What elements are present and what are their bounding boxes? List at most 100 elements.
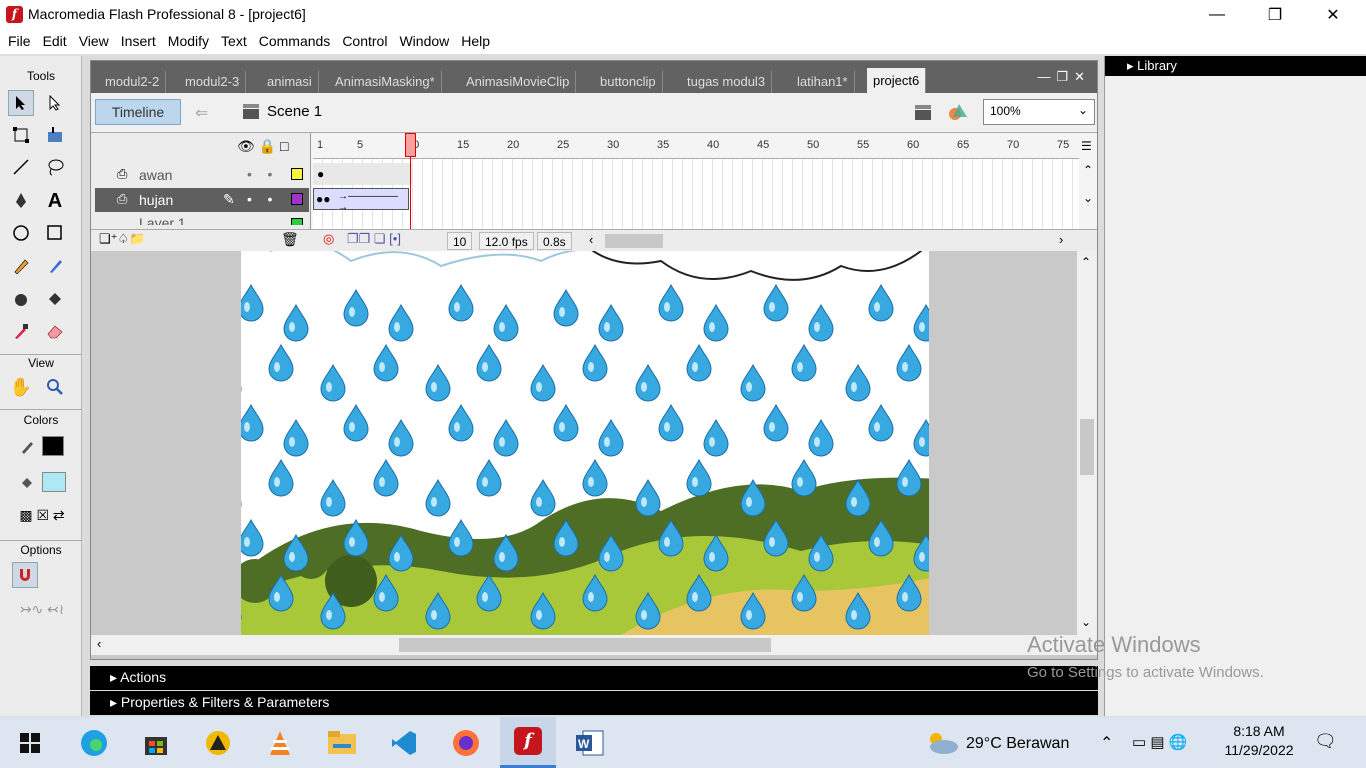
stage-vertical-scrollbar[interactable]: ⌃ ⌄ [1077,251,1097,635]
menu-help[interactable]: Help [455,30,496,54]
tab-latihan1[interactable]: latihan1* [791,71,855,93]
tab-modul2-2[interactable]: modul2-2 [99,71,167,93]
layer-outline-color[interactable] [291,193,303,205]
free-transform-tool-icon[interactable] [8,122,34,148]
timeline-frames[interactable]: 1 5 10 15 20 25 30 35 40 45 50 55 60 65 … [313,133,1079,229]
close-button[interactable]: ✕ [1304,0,1362,30]
tab-tugas-modul3[interactable]: tugas modul3 [681,71,773,93]
trash-icon[interactable]: 🗑 [281,231,299,248]
menu-control[interactable]: Control [336,30,393,54]
timeline-toggle-button[interactable]: Timeline [95,99,181,125]
timeline-menu-icon[interactable]: ☰ [1081,139,1092,153]
triangle-app-icon[interactable] [200,725,236,761]
document-window-controls[interactable]: —❐✕ [1037,69,1091,85]
tab-animasimovieclip[interactable]: AnimasiMovieClip [460,71,577,93]
pen-tool-icon[interactable] [8,188,34,214]
minimize-button[interactable]: — [1188,0,1246,30]
system-clock[interactable]: 8:18 AM 11/29/2022 [1214,723,1304,758]
hand-tool-icon[interactable]: ✋ [8,374,34,400]
scroll-left-arrow[interactable]: ‹ [589,232,593,247]
onion-skin-icons[interactable]: ❐❐ ❏ [•] [347,231,401,247]
actions-panel-header[interactable]: ▸ Actions [90,666,1098,690]
timeline-ruler[interactable]: 1 5 10 15 20 25 30 35 40 45 50 55 60 65 … [313,133,1079,159]
timeline-hscroll-thumb[interactable] [605,234,663,248]
center-frame-icon[interactable]: ◎ [323,231,334,247]
edit-symbols-icon[interactable] [947,101,969,126]
stage-canvas[interactable] [241,251,929,635]
weather-text[interactable]: 29°C Berawan [966,735,1069,753]
pencil-tool-icon[interactable] [8,253,34,279]
scroll-down-arrow[interactable]: ⌄ [1081,615,1091,629]
maximize-button[interactable]: ❐ [1246,0,1304,30]
back-arrow-icon[interactable]: ⇐ [195,103,208,123]
word-icon[interactable]: W [572,725,608,761]
file-explorer-icon[interactable] [324,725,360,761]
menu-file[interactable]: File [2,30,37,54]
eyedropper-tool-icon[interactable] [8,318,34,344]
line-tool-icon[interactable] [8,154,34,180]
layer-outline-color[interactable] [291,218,303,225]
menu-insert[interactable]: Insert [115,30,162,54]
tab-buttonclip[interactable]: buttonclip [594,71,663,93]
zoom-tool-icon[interactable] [42,374,68,400]
vlc-icon[interactable] [262,725,298,761]
store-icon[interactable] [138,725,174,761]
menu-text[interactable]: Text [215,30,253,54]
fill-color-swatch[interactable] [42,472,66,492]
stroke-color-swatch[interactable] [42,436,64,456]
library-header[interactable]: ▸ Library [1105,56,1366,76]
text-tool-icon[interactable]: A [42,188,68,214]
layer-row-hujan[interactable]: ⎙ hujan ✎ • • [95,188,309,212]
brush-tool-icon[interactable] [42,253,68,279]
snap-magnet-icon[interactable] [12,562,38,588]
firefox-icon[interactable] [448,725,484,761]
motion-tween-hujan[interactable]: ●● →—————→ [313,188,409,213]
insert-layer-icon[interactable]: ❏⁺♤📁 [99,231,145,247]
layer-row-layer1[interactable]: Layer 1 [95,213,309,225]
menu-modify[interactable]: Modify [162,30,215,54]
frame-span-awan[interactable]: ● [313,163,413,185]
lock-icon[interactable]: 🔒 [259,138,276,154]
subselection-tool-icon[interactable] [42,90,68,116]
zoom-select[interactable]: 100% ⌄ [983,99,1095,125]
oval-tool-icon[interactable] [8,220,34,246]
stage-horizontal-scrollbar[interactable]: ‹ [91,635,1097,655]
notifications-icon[interactable]: 🗨 [1314,731,1337,752]
selection-tool-icon[interactable] [8,90,34,116]
properties-panel-header[interactable]: ▸ Properties & Filters & Parameters [90,691,1098,715]
vscroll-thumb[interactable] [1080,419,1094,475]
vscode-icon[interactable] [386,725,422,761]
eraser-tool-icon[interactable] [42,318,68,344]
rectangle-tool-icon[interactable] [42,220,68,246]
menu-commands[interactable]: Commands [253,30,337,54]
fill-transform-tool-icon[interactable] [42,122,68,148]
playhead[interactable] [405,133,416,229]
scroll-left-arrow[interactable]: ‹ [97,636,101,651]
smooth-straighten-icons[interactable]: ↣∿ ↢≀ [12,596,72,622]
tab-animasimasking[interactable]: AnimasiMasking* [329,71,442,93]
tray-chevron-icon[interactable]: ⌃ [1100,733,1113,753]
color-swap-icons[interactable]: ▩ ☒ ⇄ [12,504,72,526]
layer-row-awan[interactable]: ⎙ awan • • [95,163,309,187]
menu-window[interactable]: Window [393,30,455,54]
windows-start-icon[interactable] [12,725,48,761]
tray-icons[interactable]: ▭ ▤ 🌐 [1132,733,1187,751]
menu-edit[interactable]: Edit [37,30,73,54]
timeline-vscroll[interactable]: ⌃ ⌄ [1079,163,1097,229]
tab-animasi[interactable]: animasi [261,71,319,93]
flash-taskbar-icon[interactable]: f [500,717,556,768]
tab-modul2-3[interactable]: modul2-3 [179,71,247,93]
outline-icon[interactable]: □ [280,138,288,154]
ink-bottle-tool-icon[interactable] [8,286,34,312]
menu-view[interactable]: View [73,30,115,54]
edge-icon[interactable] [76,725,112,761]
scroll-up-arrow[interactable]: ⌃ [1081,255,1091,269]
lasso-tool-icon[interactable] [42,154,68,180]
edit-scene-icon[interactable] [913,101,935,126]
eye-icon[interactable]: 👁 [237,138,255,154]
layer-outline-color[interactable] [291,168,303,180]
weather-cloud-icon[interactable] [926,731,960,758]
scroll-right-arrow[interactable]: › [1059,232,1063,247]
tab-project6[interactable]: project6 [867,68,927,93]
hscroll-thumb[interactable] [399,638,771,652]
